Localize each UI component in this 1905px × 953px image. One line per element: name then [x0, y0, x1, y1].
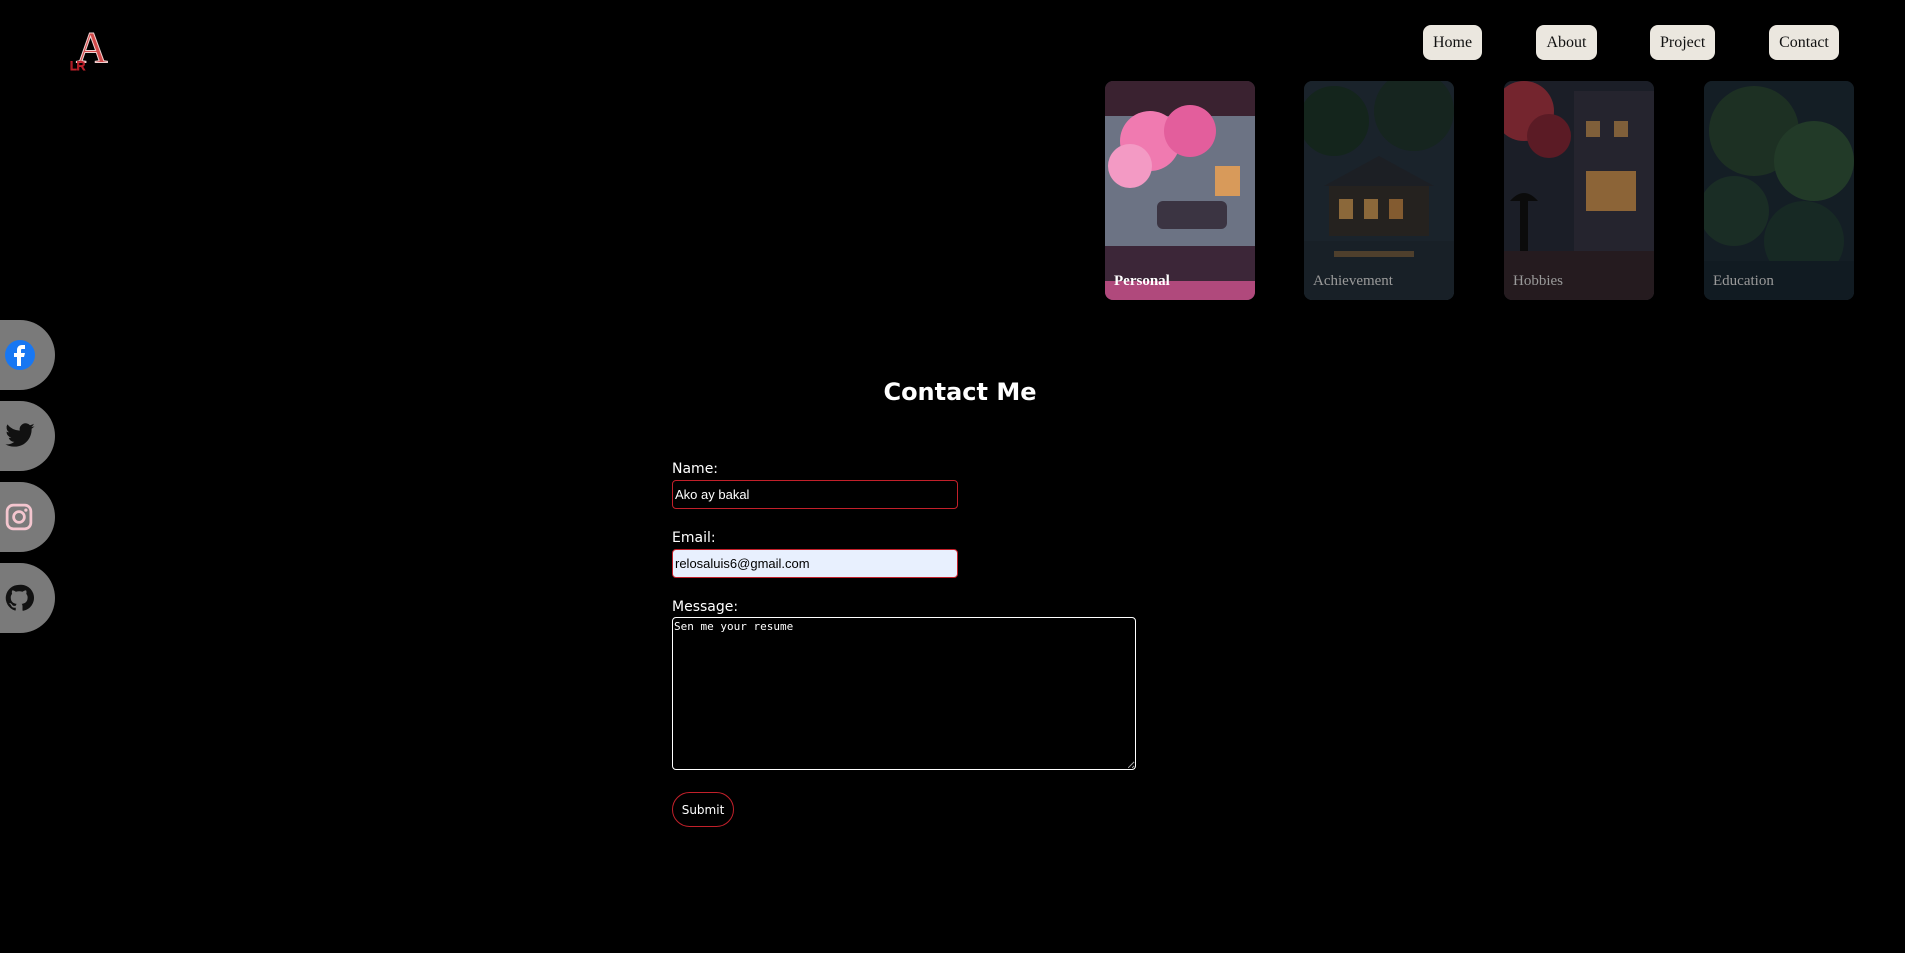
email-label: Email: — [672, 530, 716, 546]
top-navigation: Home About Project Contact — [0, 25, 1905, 61]
nav-home-button[interactable]: Home — [1423, 25, 1482, 60]
facebook-icon — [5, 340, 35, 370]
card-label-achievement: Achievement — [1313, 273, 1393, 289]
email-input[interactable] — [672, 549, 958, 578]
card-label-education: Education — [1713, 273, 1774, 289]
github-icon — [5, 584, 34, 611]
card-hobbies[interactable]: Hobbies — [1504, 81, 1654, 300]
personal-card-image — [1105, 81, 1255, 300]
twitter-link[interactable] — [0, 401, 55, 471]
instagram-icon — [5, 503, 33, 531]
nav-contact-button[interactable]: Contact — [1769, 25, 1839, 60]
card-personal[interactable]: Personal — [1105, 81, 1255, 300]
card-label-hobbies: Hobbies — [1513, 273, 1563, 289]
github-link[interactable] — [0, 563, 55, 633]
card-achievement[interactable]: Achievement — [1304, 81, 1454, 300]
instagram-link[interactable] — [0, 482, 55, 552]
card-education[interactable]: Education — [1704, 81, 1854, 300]
card-label-personal: Personal — [1114, 273, 1170, 289]
twitter-icon — [5, 423, 35, 447]
name-label: Name: — [672, 461, 719, 477]
contact-title: Contact Me — [883, 378, 1037, 406]
nav-about-button[interactable]: About — [1536, 25, 1597, 60]
card-overlay — [1504, 81, 1654, 300]
card-overlay — [1304, 81, 1454, 300]
name-input[interactable] — [672, 480, 958, 509]
message-label: Message: — [672, 599, 739, 615]
message-textarea[interactable]: Sen me your resume — [672, 617, 1136, 770]
submit-button[interactable]: Submit — [672, 792, 734, 827]
nav-project-button[interactable]: Project — [1650, 25, 1715, 60]
card-overlay — [1704, 81, 1854, 300]
